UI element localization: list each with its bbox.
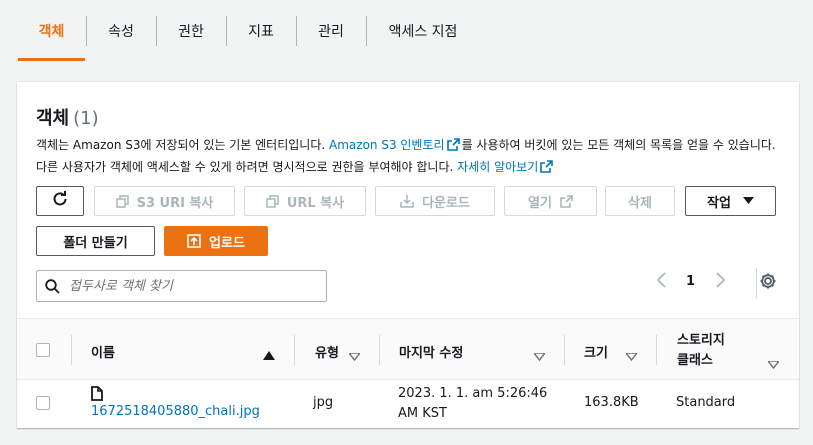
tab-metrics[interactable]: 지표 [227, 0, 295, 62]
download-label: 다운로드 [422, 195, 470, 211]
copy-icon [266, 194, 279, 208]
column-storage-class-header[interactable]: 스토리지 클래스 [677, 331, 725, 371]
upload-label: 업로드 [209, 235, 245, 251]
select-all-checkbox[interactable] [36, 343, 50, 357]
panel-title-text: 객체 [36, 108, 70, 129]
storage-class-cell: Standard [676, 395, 736, 410]
active-tab-indicator [18, 58, 85, 61]
actions-dropdown[interactable]: 작업 [685, 186, 776, 216]
copy-s3-uri-button[interactable]: S3 URI 복사 [94, 186, 235, 216]
chevron-left-icon[interactable] [655, 271, 667, 293]
tab-properties[interactable]: 속성 [87, 0, 155, 62]
tab-objects[interactable]: 객체 [18, 0, 85, 62]
tab-access-points[interactable]: 액세스 지점 [367, 0, 479, 62]
search-icon [45, 279, 60, 298]
objects-panel: 객체 (1) 객체는 Amazon S3에 저장되어 있는 기본 엔터티입니다. … [17, 82, 799, 428]
column-last-modified-header[interactable]: 마지막 수정 [399, 342, 463, 361]
tab-permissions[interactable]: 권한 [157, 0, 225, 62]
object-count: (1) [73, 108, 99, 129]
panel-description: 객체는 Amazon S3에 저장되어 있는 기본 엔터티입니다. Amazon… [36, 135, 781, 179]
size-cell: 163.8KB [584, 395, 639, 410]
open-button[interactable]: 열기 [504, 186, 597, 216]
table-header: 이름 유형 마지막 수정 크기 스토리지 클래스 [17, 318, 799, 380]
external-link-icon [560, 194, 573, 208]
panel-title: 객체 (1) [36, 104, 99, 130]
object-name-cell: 1672518405880_chali.jpg [91, 404, 260, 419]
column-divider [564, 335, 565, 365]
learn-more-link[interactable]: 자세히 알아보기 [457, 160, 538, 174]
prefix-search[interactable] [36, 270, 327, 302]
current-page-number[interactable]: 1 [686, 274, 695, 289]
chevron-right-icon[interactable] [715, 271, 727, 293]
gear-icon[interactable] [759, 272, 777, 294]
inventory-link[interactable]: Amazon S3 인벤토리 [329, 138, 445, 152]
last-modified-line: AM KST [398, 406, 447, 421]
create-folder-label: 폴더 만들기 [63, 235, 128, 251]
upload-icon [187, 234, 201, 248]
refresh-icon [51, 190, 69, 212]
row-checkbox[interactable] [36, 396, 50, 410]
copy-icon [115, 194, 129, 208]
actions-label: 작업 [707, 195, 731, 211]
tab-bar: 객체 속성 권한 지표 관리 액세스 지점 [0, 0, 813, 62]
copy-url-button[interactable]: URL 복사 [244, 186, 366, 216]
last-modified-cell: 2023. 1. 1. am 5:26:46 AM KST [398, 384, 547, 424]
column-size-header[interactable]: 크기 [584, 342, 608, 361]
sort-icon[interactable] [347, 346, 362, 365]
refresh-button[interactable] [36, 186, 84, 216]
download-button[interactable]: 다운로드 [375, 186, 495, 216]
storage-class-header-line: 클래스 [677, 353, 713, 368]
pagination-divider [756, 268, 757, 298]
description-text: 객체는 Amazon S3에 저장되어 있는 기본 엔터티입니다. [36, 138, 326, 152]
copy-s3-uri-label: S3 URI 복사 [136, 195, 214, 211]
search-input[interactable] [69, 276, 319, 296]
table-row: 1672518405880_chali.jpg jpg 2023. 1. 1. … [17, 380, 799, 428]
tab-management[interactable]: 관리 [297, 0, 365, 62]
external-link-icon [446, 137, 460, 157]
column-divider [656, 335, 657, 365]
object-name-link[interactable]: 1672518405880_chali.jpg [91, 404, 260, 419]
upload-button[interactable]: 업로드 [164, 226, 268, 256]
create-folder-button[interactable]: 폴더 만들기 [36, 226, 155, 256]
copy-url-label: URL 복사 [286, 195, 345, 211]
sort-icon[interactable] [532, 346, 547, 365]
download-icon [400, 194, 414, 208]
external-link-icon [540, 159, 554, 179]
storage-class-header-line: 스토리지 [677, 333, 725, 348]
column-name-header[interactable]: 이름 [91, 342, 115, 361]
last-modified-line: 2023. 1. 1. am 5:26:46 [398, 386, 548, 401]
caret-down-icon [742, 197, 754, 205]
column-divider [71, 335, 72, 365]
sort-ascending-icon[interactable] [263, 345, 275, 364]
delete-button[interactable]: 삭제 [605, 186, 675, 216]
column-divider [379, 335, 380, 365]
sort-icon[interactable] [624, 346, 639, 365]
object-type-cell: jpg [313, 395, 334, 410]
column-type-header[interactable]: 유형 [315, 342, 339, 361]
open-label: 열기 [528, 195, 552, 211]
delete-label: 삭제 [628, 195, 652, 211]
file-icon [91, 386, 103, 405]
column-divider [294, 335, 295, 365]
sort-icon[interactable] [766, 354, 781, 373]
